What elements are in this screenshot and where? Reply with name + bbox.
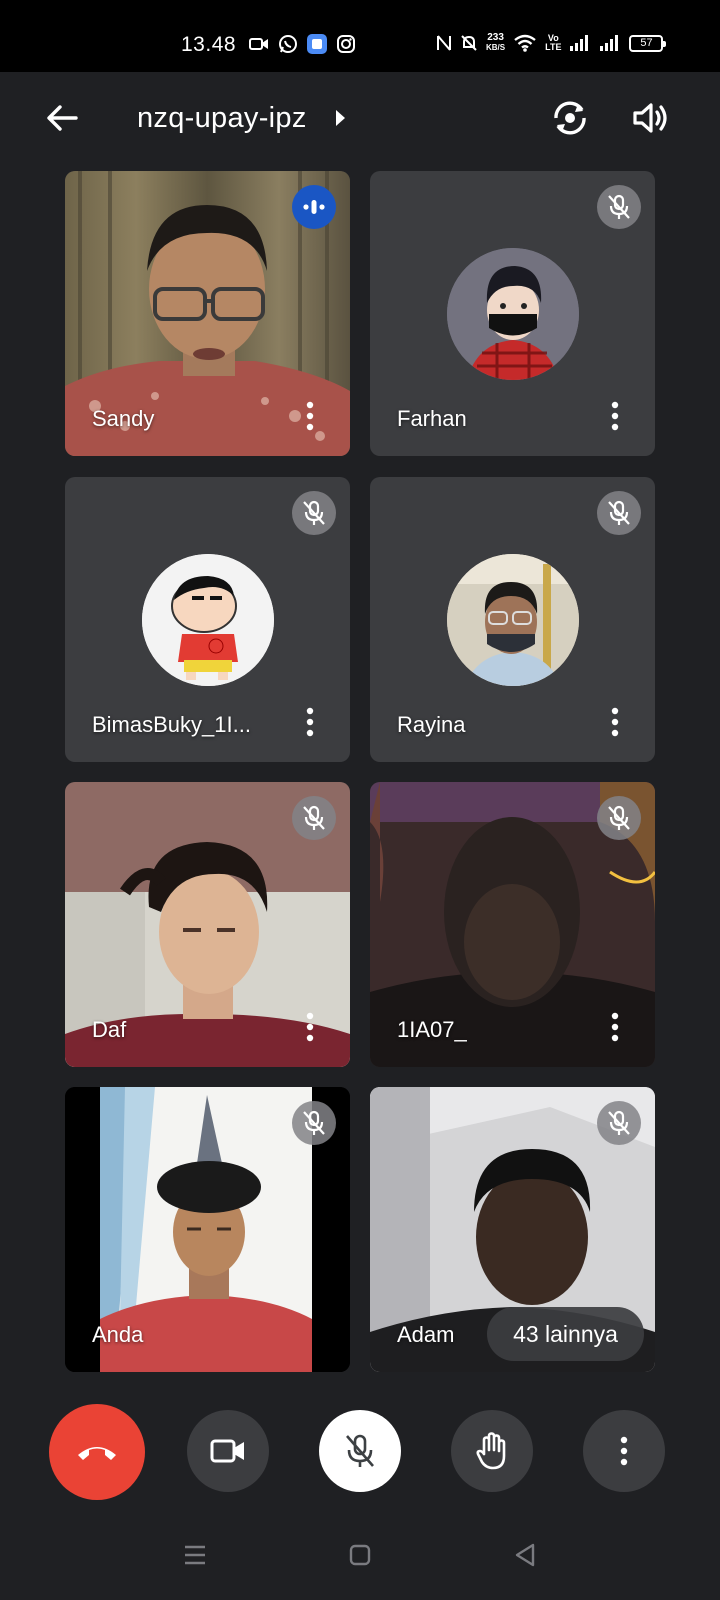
network-speed: 233 KB/S bbox=[486, 32, 506, 53]
mic-off-icon bbox=[608, 500, 630, 525]
video-camera-icon bbox=[210, 1439, 244, 1463]
system-navigation-bar bbox=[0, 1520, 720, 1600]
mic-off-icon bbox=[608, 1110, 630, 1135]
video-notification-icon bbox=[249, 38, 268, 50]
switch-camera-icon[interactable] bbox=[548, 96, 592, 140]
mic-off-icon bbox=[608, 194, 630, 219]
speaker-volume-icon[interactable] bbox=[629, 96, 673, 140]
nfc-icon bbox=[437, 35, 451, 51]
participant-tile[interactable]: 1IA07_ bbox=[370, 782, 655, 1067]
home-icon[interactable] bbox=[349, 1544, 371, 1566]
back-triangle-icon[interactable] bbox=[514, 1543, 536, 1567]
avatar bbox=[142, 554, 274, 686]
mic-off-icon bbox=[608, 805, 630, 830]
more-vert-icon[interactable] bbox=[300, 400, 320, 432]
meeting-top-bar: nzq-upay-ipz bbox=[0, 72, 720, 168]
avatar bbox=[447, 554, 579, 686]
participant-name: Adam bbox=[397, 1322, 455, 1347]
silent-bell-icon bbox=[461, 35, 477, 51]
signal-icon-1 bbox=[570, 35, 589, 51]
end-call-button[interactable] bbox=[49, 1404, 145, 1500]
more-vert-icon[interactable] bbox=[300, 706, 320, 738]
status-bar: 13.48 233 KB/S Vo LTE 57 bbox=[0, 0, 720, 72]
more-vert-icon bbox=[620, 1436, 628, 1466]
muted-indicator bbox=[597, 1101, 641, 1145]
audio-level-icon bbox=[303, 200, 325, 214]
more-options-button[interactable] bbox=[583, 1410, 665, 1492]
more-participants-button[interactable]: 43 lainnya bbox=[487, 1307, 644, 1361]
back-arrow-icon[interactable] bbox=[42, 98, 82, 138]
notification-icons bbox=[249, 34, 356, 54]
signal-icon-2 bbox=[600, 35, 619, 51]
participant-tile[interactable]: Farhan bbox=[370, 171, 655, 456]
volte-indicator: Vo LTE bbox=[545, 33, 562, 52]
avatar bbox=[447, 248, 579, 380]
muted-indicator bbox=[597, 491, 641, 535]
participant-name: BimasBuky_1I... bbox=[92, 712, 251, 737]
muted-indicator bbox=[597, 185, 641, 229]
recent-apps-icon[interactable] bbox=[183, 1543, 207, 1567]
participant-name: Rayina bbox=[397, 712, 466, 737]
mic-toggle-button[interactable] bbox=[319, 1410, 401, 1492]
camera-toggle-button[interactable] bbox=[187, 1410, 269, 1492]
more-vert-icon[interactable] bbox=[605, 1011, 625, 1043]
mic-off-icon bbox=[346, 1434, 374, 1467]
mic-off-icon bbox=[303, 1110, 325, 1135]
participant-name: 1IA07_ bbox=[397, 1017, 467, 1042]
participant-tile[interactable]: Daf bbox=[65, 782, 350, 1067]
meeting-code[interactable]: nzq-upay-ipz bbox=[137, 102, 307, 135]
participant-name: Sandy bbox=[92, 406, 155, 431]
more-vert-icon[interactable] bbox=[300, 1011, 320, 1043]
whatsapp-icon bbox=[279, 35, 297, 53]
app-notification-icon bbox=[307, 34, 327, 54]
participant-tile[interactable]: BimasBuky_1I... bbox=[65, 477, 350, 762]
speaking-indicator bbox=[292, 185, 336, 229]
more-vert-icon[interactable] bbox=[605, 400, 625, 432]
participant-name: Anda bbox=[92, 1322, 144, 1347]
system-icons: 233 KB/S Vo LTE 57 bbox=[436, 32, 667, 53]
meeting-info-caret-icon[interactable] bbox=[336, 110, 345, 126]
battery-indicator: 57 bbox=[629, 34, 667, 52]
participant-name: Farhan bbox=[397, 406, 467, 431]
participant-tile[interactable]: Sandy bbox=[65, 171, 350, 456]
muted-indicator bbox=[597, 796, 641, 840]
wifi-icon bbox=[514, 34, 536, 52]
mic-off-icon bbox=[303, 805, 325, 830]
muted-indicator bbox=[292, 491, 336, 535]
participant-tile[interactable]: Rayina bbox=[370, 477, 655, 762]
muted-indicator bbox=[292, 796, 336, 840]
mic-off-icon bbox=[303, 500, 325, 525]
participant-name: Daf bbox=[92, 1017, 127, 1042]
muted-indicator bbox=[292, 1101, 336, 1145]
participant-tile-self[interactable]: Anda bbox=[65, 1087, 350, 1372]
end-call-icon bbox=[78, 1447, 116, 1460]
status-time: 13.48 bbox=[181, 33, 237, 56]
more-vert-icon[interactable] bbox=[605, 706, 625, 738]
raise-hand-button[interactable] bbox=[451, 1410, 533, 1492]
instagram-icon bbox=[337, 35, 355, 53]
raise-hand-icon bbox=[476, 1432, 506, 1470]
